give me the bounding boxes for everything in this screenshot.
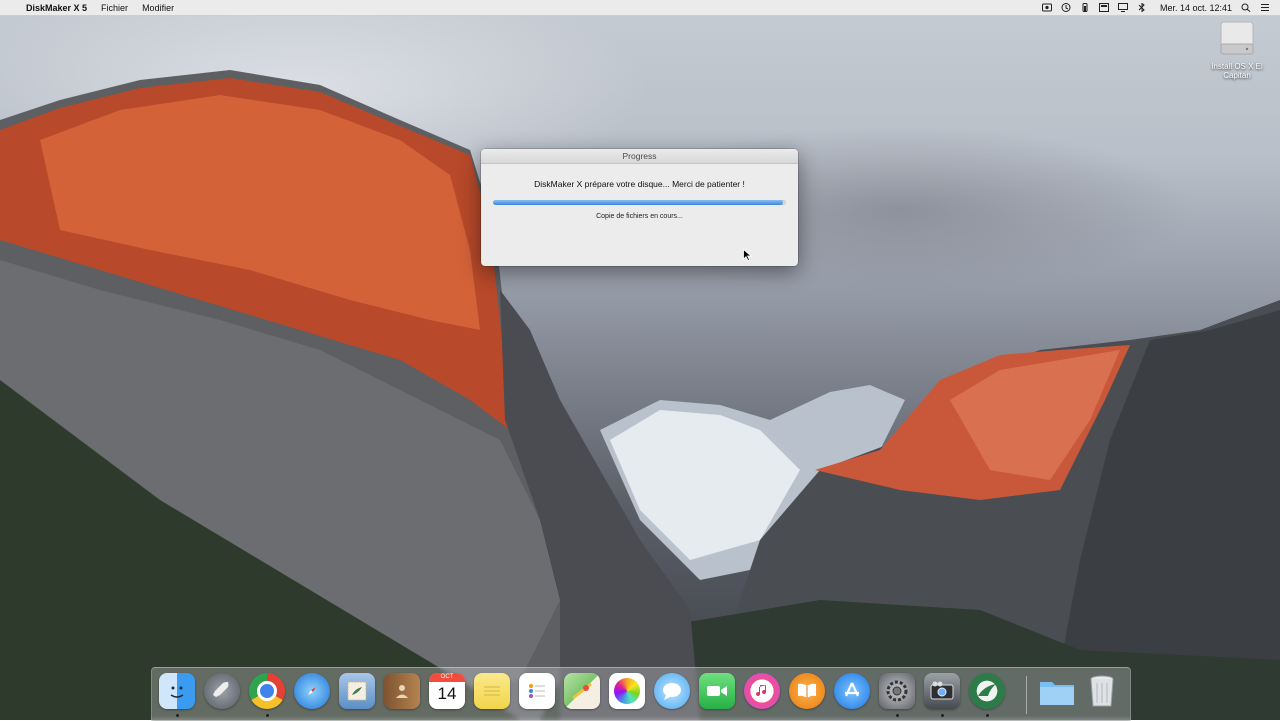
screen-record-icon[interactable] xyxy=(1041,3,1052,12)
progress-bar-fill xyxy=(493,200,784,205)
battery-icon[interactable] xyxy=(1080,3,1090,12)
calendar-icon: OCT 14 xyxy=(429,673,465,709)
dock-item-calendar[interactable]: OCT 14 xyxy=(428,673,466,713)
photo-booth-camera-icon xyxy=(924,673,960,709)
dock: OCT 14 xyxy=(151,667,1131,721)
facetime-camera-icon xyxy=(699,673,735,709)
app-store-icon xyxy=(834,673,870,709)
dock-separator xyxy=(1026,676,1027,714)
progress-status: Copie de fichiers en cours... xyxy=(596,213,683,220)
chrome-icon xyxy=(249,673,285,709)
menu-fichier[interactable]: Fichier xyxy=(101,3,128,13)
display-icon[interactable] xyxy=(1117,3,1128,12)
contacts-book-icon xyxy=(384,673,420,709)
dock-item-app-store[interactable] xyxy=(833,673,871,713)
dock-item-mail[interactable] xyxy=(338,673,376,713)
finder-icon xyxy=(159,673,195,709)
notification-icon[interactable] xyxy=(1098,3,1109,12)
desktop-volume-install-el-capitan[interactable]: Install OS X El Capitan xyxy=(1204,20,1270,80)
dock-item-reminders[interactable] xyxy=(518,673,556,713)
dock-item-ibooks[interactable] xyxy=(788,673,826,713)
dock-item-notes[interactable] xyxy=(473,673,511,713)
notes-icon xyxy=(474,673,510,709)
dock-item-contacts[interactable] xyxy=(383,673,421,713)
dock-item-trash[interactable] xyxy=(1083,673,1121,713)
notification-center-icon[interactable] xyxy=(1260,3,1270,12)
calendar-day: 14 xyxy=(437,684,457,703)
menu-clock[interactable]: Mer. 14 oct. 12:41 xyxy=(1160,3,1232,13)
maps-icon xyxy=(564,673,600,709)
progress-message: DiskMaker X prépare votre disque... Merc… xyxy=(534,179,745,189)
time-machine-icon[interactable] xyxy=(1061,3,1071,12)
dock-item-facetime[interactable] xyxy=(698,673,736,713)
reminders-list-icon xyxy=(519,673,555,709)
desktop-wallpaper xyxy=(0,0,1280,720)
menu-modifier[interactable]: Modifier xyxy=(142,3,174,13)
mail-stamp-icon xyxy=(339,673,375,709)
photos-flower-icon xyxy=(609,673,645,709)
ibooks-book-icon xyxy=(789,673,825,709)
dock-item-downloads-folder[interactable] xyxy=(1038,673,1076,713)
dock-item-diskmaker-x[interactable] xyxy=(968,673,1006,717)
folder-icon xyxy=(1039,673,1075,709)
bluetooth-icon[interactable] xyxy=(1137,3,1147,12)
spotlight-icon[interactable] xyxy=(1241,3,1251,12)
launchpad-rocket-icon xyxy=(204,673,240,709)
external-drive-icon xyxy=(1220,20,1254,58)
dock-item-launchpad[interactable] xyxy=(203,673,241,713)
dock-item-finder[interactable] xyxy=(158,673,196,717)
app-menu[interactable]: DiskMaker X 5 xyxy=(26,3,87,13)
dock-item-chrome[interactable] xyxy=(248,673,286,717)
messages-bubble-icon xyxy=(654,673,690,709)
itunes-note-icon xyxy=(744,673,780,709)
dock-item-photos[interactable] xyxy=(608,673,646,713)
gear-icon xyxy=(879,673,915,709)
progress-bar xyxy=(493,200,786,205)
safari-compass-icon xyxy=(294,673,330,709)
window-title: Progress xyxy=(481,149,798,164)
dock-item-messages[interactable] xyxy=(653,673,691,713)
dock-item-photo-booth[interactable] xyxy=(923,673,961,717)
dock-item-safari[interactable] xyxy=(293,673,331,713)
menu-bar: DiskMaker X 5 Fichier Modifier Mer. 14 o… xyxy=(0,0,1280,16)
diskmaker-x-icon xyxy=(969,673,1005,709)
trash-icon xyxy=(1084,673,1120,709)
progress-window: Progress DiskMaker X prépare votre disqu… xyxy=(481,149,798,266)
calendar-month: OCT xyxy=(429,673,465,682)
dock-item-itunes[interactable] xyxy=(743,673,781,713)
desktop-volume-label: Install OS X El Capitan xyxy=(1211,62,1263,80)
mouse-cursor-icon xyxy=(743,249,752,261)
dock-item-system-preferences[interactable] xyxy=(878,673,916,717)
dock-item-maps[interactable] xyxy=(563,673,601,713)
